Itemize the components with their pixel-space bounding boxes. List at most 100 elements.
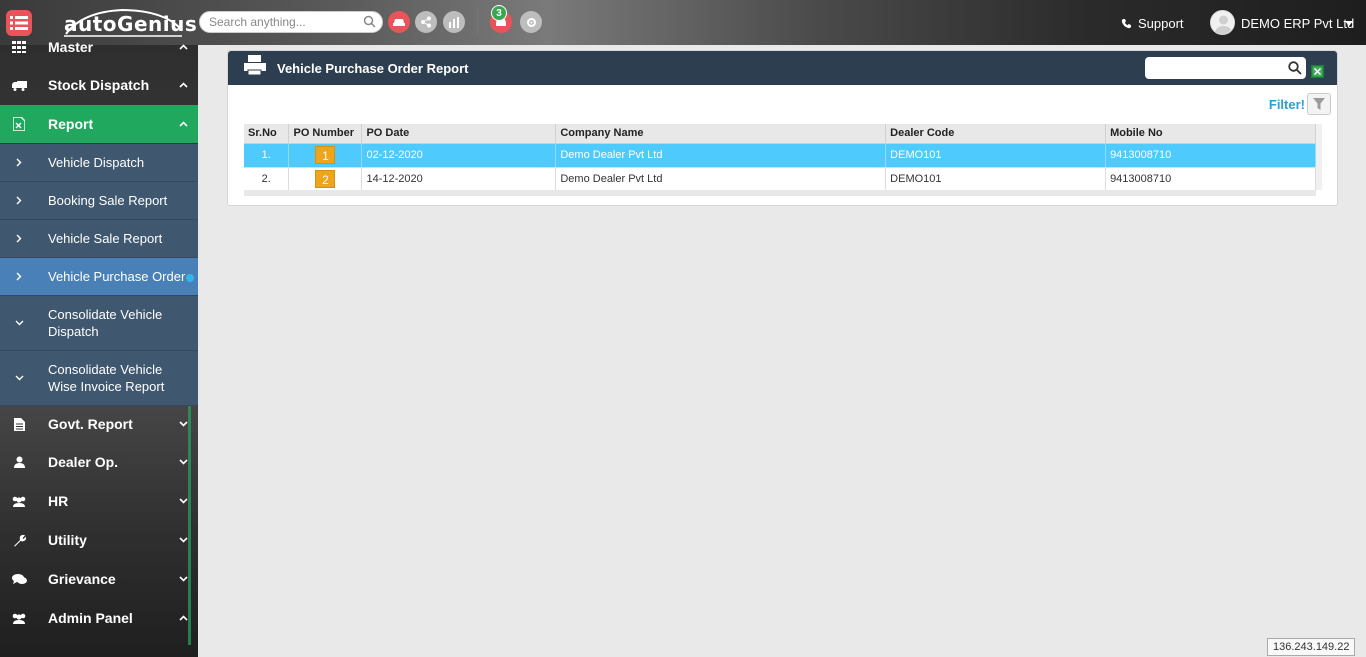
cell-po-number: 2 — [288, 167, 363, 192]
sidebar-item-label: Report — [48, 116, 94, 132]
sidebar-item-govt-report[interactable]: Govt. Report — [0, 405, 198, 443]
truck-icon — [11, 80, 27, 91]
sidebar-item-label: Stock Dispatch — [48, 77, 150, 93]
chevron-down-icon — [178, 498, 188, 504]
sidebar-item-label: Master — [48, 39, 94, 55]
toolbar-divider — [477, 9, 478, 35]
sidebar-item-stock-dispatch[interactable]: Stock Dispatch — [0, 66, 198, 104]
sidebar-subitem-label: Vehicle Sale Report — [48, 231, 163, 246]
user-icon — [13, 456, 25, 468]
user-silhouette-icon — [1214, 15, 1233, 34]
sidebar-subitem-consolidate-vehicle-wise-invoice-report[interactable]: Consolidate Vehicle Wise Invoice Report — [0, 351, 198, 406]
filter-label[interactable]: Filter! — [1269, 97, 1305, 112]
share-shortcut-button[interactable] — [415, 11, 437, 33]
table-row[interactable]: 2. 2 14-12-2020 Demo Dealer Pvt Ltd DEMO… — [244, 167, 1316, 192]
chevron-up-icon — [178, 82, 188, 88]
bar-chart-icon — [449, 16, 459, 28]
users-icon — [12, 496, 26, 507]
gears-icon — [526, 17, 536, 27]
panel-header: Vehicle Purchase Order Report — [228, 51, 1337, 85]
sidebar-item-label: Utility — [48, 532, 87, 548]
sidebar-item-hr[interactable]: HR — [0, 482, 198, 520]
car-shortcut-button[interactable] — [388, 11, 410, 33]
table-search[interactable] — [1145, 57, 1306, 79]
chevron-down-icon — [178, 421, 188, 427]
cell-company-name: Demo Dealer Pvt Ltd — [555, 167, 887, 192]
user-menu-name[interactable]: DEMO ERP Pvt Ltd — [1241, 16, 1354, 31]
sidebar-item-master[interactable]: Master — [0, 28, 198, 66]
chat-icon — [11, 574, 27, 584]
table-vertical-scrollbar[interactable] — [1316, 124, 1322, 190]
cell-dealer-code: DEMO101 — [885, 167, 1107, 192]
settings-button[interactable] — [520, 11, 542, 33]
chevron-down-icon — [15, 320, 23, 326]
cell-po-date: 14-12-2020 — [361, 167, 557, 192]
column-header-company-name[interactable]: Company Name — [555, 124, 887, 144]
panel-title: Vehicle Purchase Order Report — [277, 61, 469, 76]
sidebar-item-dealer-op[interactable]: Dealer Op. — [0, 443, 198, 481]
table-search-input[interactable] — [1151, 57, 1286, 79]
global-search[interactable] — [199, 11, 383, 33]
chevron-up-icon — [178, 44, 188, 50]
column-header-mobile-no[interactable]: Mobile No — [1105, 124, 1316, 144]
sidebar-subitem-vehicle-dispatch[interactable]: Vehicle Dispatch — [0, 144, 198, 182]
sidebar-subitem-label: Booking Sale Report — [48, 193, 168, 208]
chevron-right-icon — [16, 158, 22, 167]
global-search-input[interactable] — [209, 12, 359, 32]
top-bar: autoGenius 3 Suppo — [0, 0, 1366, 45]
cell-po-date: 02-12-2020 — [361, 143, 557, 168]
client-ip-label: 136.243.149.22 — [1267, 638, 1356, 656]
users-icon — [12, 613, 26, 624]
cell-po-number: 1 — [288, 143, 363, 168]
phone-icon — [1121, 19, 1131, 29]
table-horizontal-scrollbar[interactable] — [244, 190, 1316, 196]
table-row[interactable]: 1. 1 02-12-2020 Demo Dealer Pvt Ltd DEMO… — [244, 143, 1316, 168]
sidebar-subitem-label: Consolidate Vehicle Dispatch — [48, 307, 163, 339]
column-header-dealer-code[interactable]: Dealer Code — [885, 124, 1107, 144]
sidebar-subitem-consolidate-vehicle-dispatch[interactable]: Consolidate Vehicle Dispatch — [0, 296, 198, 351]
po-number-link[interactable]: 1 — [315, 146, 336, 164]
car-icon — [393, 19, 405, 26]
cell-company-name: Demo Dealer Pvt Ltd — [555, 143, 887, 168]
cell-mobile-no: 9413008710 — [1105, 143, 1316, 168]
column-header-po-number[interactable]: PO Number — [288, 124, 363, 144]
search-icon[interactable] — [363, 15, 376, 28]
chevron-down-icon — [178, 576, 188, 582]
sidebar-item-utility[interactable]: Utility — [0, 521, 198, 559]
column-header-sr-no[interactable]: Sr.No — [244, 124, 290, 144]
chevron-up-icon — [178, 121, 188, 127]
grid-icon — [12, 41, 26, 53]
caret-down-icon[interactable] — [1345, 21, 1353, 26]
chevron-down-icon — [15, 375, 23, 381]
sidebar-subitem-vehicle-sale-report[interactable]: Vehicle Sale Report — [0, 220, 198, 258]
chevron-down-icon — [178, 459, 188, 465]
support-link[interactable]: Support — [1121, 16, 1184, 31]
sidebar-item-label: Govt. Report — [48, 416, 133, 432]
sidebar-subitem-label: Vehicle Dispatch — [48, 155, 145, 170]
user-avatar[interactable] — [1210, 10, 1235, 35]
sidebar-subitem-booking-sale-report[interactable]: Booking Sale Report — [0, 182, 198, 220]
sidebar-item-report[interactable]: Report — [0, 105, 198, 143]
column-header-po-date[interactable]: PO Date — [361, 124, 557, 144]
sidebar-subitem-vehicle-purchase-order[interactable]: Vehicle Purchase Order — [0, 258, 198, 296]
excel-file-icon — [13, 117, 25, 131]
chevron-right-icon — [16, 234, 22, 243]
printer-icon[interactable] — [243, 55, 267, 77]
active-indicator-dot — [186, 273, 195, 282]
sidebar-item-label: HR — [48, 493, 69, 509]
filter-button[interactable] — [1307, 93, 1331, 115]
sidebar-item-admin-panel[interactable]: Admin Panel — [0, 599, 198, 637]
sidebar-item-grievance[interactable]: Grievance — [0, 560, 198, 598]
chevron-right-icon — [16, 272, 22, 281]
cell-dealer-code: DEMO101 — [885, 143, 1107, 168]
wrench-icon — [13, 534, 26, 546]
chevron-down-icon — [178, 537, 188, 543]
cell-sr-no: 2. — [244, 167, 290, 192]
sidebar-item-label: Admin Panel — [48, 610, 133, 626]
excel-export-icon[interactable] — [1311, 65, 1324, 78]
chart-shortcut-button[interactable] — [443, 11, 465, 33]
search-icon[interactable] — [1288, 61, 1302, 75]
purchase-order-table: Sr.No PO Number PO Date Company Name Dea… — [244, 124, 1316, 192]
po-number-link[interactable]: 2 — [315, 170, 336, 188]
sidebar-subitem-label: Vehicle Purchase Order — [48, 269, 186, 284]
